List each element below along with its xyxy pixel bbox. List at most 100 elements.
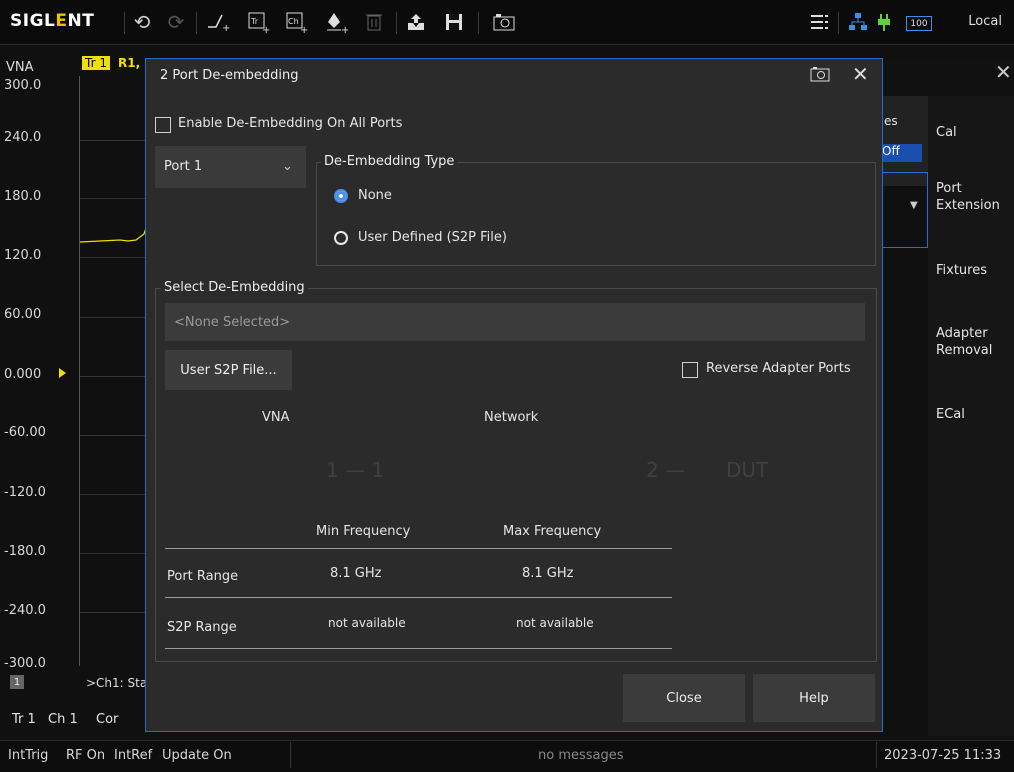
s2p-file-placeholder: <None Selected> [174, 315, 291, 330]
status-reference[interactable]: IntRef [114, 748, 152, 763]
toolbar-divider [478, 12, 479, 34]
status-divider [290, 742, 291, 768]
radio-user-defined-label: User Defined (S2P File) [358, 230, 507, 245]
table-divider [165, 548, 672, 549]
table-row-label: Port Range [167, 569, 239, 584]
status-datetime: 2023-07-25 11:33 [884, 748, 1002, 763]
add-trace-icon[interactable]: Tr + [244, 8, 272, 36]
softkey-port-extension[interactable]: Port Extension [936, 180, 1000, 214]
radio-none-label: None [358, 188, 392, 203]
softkey-ecal[interactable]: ECal [936, 406, 965, 423]
radio-user-defined[interactable] [334, 231, 348, 245]
close-panel-icon[interactable]: ✕ [995, 60, 1012, 84]
diagram-vna-label: VNA [262, 410, 290, 425]
user-s2p-file-button[interactable]: User S2P File... [165, 350, 292, 390]
softkey-header [880, 58, 1014, 96]
y-tick: 180.0 [4, 189, 42, 204]
y-tick: -300.0 [4, 656, 46, 671]
delete-icon[interactable] [360, 8, 388, 36]
status-messages: no messages [538, 748, 624, 763]
y-tick: -240.0 [4, 603, 46, 618]
trace-line [80, 221, 149, 243]
chevron-down-icon: ▼ [910, 200, 918, 211]
toolbar-divider [196, 12, 197, 34]
y-tick: 300.0 [4, 78, 42, 93]
footer-channel: Ch 1 [48, 712, 78, 727]
status-trigger[interactable]: IntTrig [8, 748, 48, 763]
network-icon [844, 8, 872, 36]
partial-softkey-dropdown[interactable] [880, 172, 928, 248]
table-cell-min: not available [328, 616, 406, 630]
table-cell-max: 8.1 GHz [522, 566, 574, 581]
toolbar-divider [124, 12, 125, 34]
reference-marker-icon [59, 368, 66, 378]
svg-text:+: + [341, 25, 348, 34]
toolbar-divider [396, 12, 397, 34]
add-marker-icon[interactable]: + [204, 8, 232, 36]
enable-all-ports-checkbox[interactable] [155, 117, 171, 133]
select-de-embedding-group [155, 288, 877, 662]
softkey-adapter-removal[interactable]: Adapter Removal [936, 325, 992, 359]
y-tick: 60.00 [4, 307, 42, 322]
partial-softkey-label: es [884, 114, 898, 128]
status-update[interactable]: Update On [162, 748, 232, 763]
channel-status: >Ch1: Sta [86, 676, 148, 690]
svg-text:Ch: Ch [288, 17, 299, 26]
table-header-min: Min Frequency [316, 524, 411, 539]
table-cell-min: 8.1 GHz [330, 566, 382, 581]
svg-text:+: + [222, 23, 230, 33]
footer-correction: Cor [96, 712, 119, 727]
de-embedding-type-group [316, 162, 876, 266]
footer-trace: Tr 1 [12, 712, 36, 727]
y-tick: -60.00 [4, 425, 46, 440]
screenshot-icon[interactable] [490, 8, 518, 36]
redo-icon[interactable]: ⟳ [162, 8, 190, 36]
power-icon [870, 8, 898, 36]
recall-icon[interactable] [402, 8, 430, 36]
radio-none[interactable] [334, 189, 348, 203]
select-de-embedding-title: Select De-Embedding [161, 280, 308, 295]
reverse-adapter-ports-checkbox[interactable] [682, 362, 698, 378]
softkey-fixtures[interactable]: Fixtures [936, 262, 987, 279]
table-header-max: Max Frequency [503, 524, 602, 539]
y-tick: -120.0 [4, 485, 46, 500]
status-divider [876, 742, 877, 768]
enable-all-ports-label: Enable De-Embedding On All Ports [178, 116, 403, 131]
diagram-port-b: 2 — [646, 458, 686, 482]
partial-softkey-state[interactable]: Off [880, 144, 922, 162]
svg-text:+: + [300, 25, 308, 34]
softkey-cal[interactable]: Cal [936, 124, 957, 141]
y-tick: -180.0 [4, 544, 46, 559]
dialog-close-icon[interactable]: ✕ [852, 62, 869, 86]
save-icon[interactable] [440, 8, 468, 36]
add-channel-icon[interactable]: Ch + [282, 8, 310, 36]
toolbar-divider [838, 12, 839, 34]
status-rf[interactable]: RF On [66, 748, 105, 763]
dialog-screenshot-icon[interactable] [810, 66, 830, 86]
table-divider [165, 648, 672, 649]
chevron-down-icon: ⌄ [282, 159, 293, 174]
diagram-port-a: 1 — 1 [326, 458, 385, 482]
de-embedding-type-title: De-Embedding Type [321, 154, 458, 169]
y-tick: 240.0 [4, 130, 42, 145]
trace-measurement: R1, [118, 56, 141, 70]
trace-tab[interactable]: Tr 1 [82, 56, 110, 70]
undo-icon[interactable]: ⟲ [128, 8, 156, 36]
svg-text:+: + [262, 25, 270, 34]
diagram-network-label: Network [484, 410, 539, 425]
close-button[interactable]: Close [623, 674, 745, 722]
svg-text:Tr: Tr [250, 17, 259, 26]
reverse-adapter-ports-label: Reverse Adapter Ports [706, 361, 851, 376]
help-button[interactable]: Help [753, 674, 875, 722]
menu-icon[interactable] [806, 8, 834, 36]
dialog-title: 2 Port De-embedding [160, 68, 299, 83]
diagram-dut-label: DUT [726, 458, 769, 482]
table-row-label: S2P Range [167, 620, 237, 635]
table-cell-max: not available [516, 616, 594, 630]
channel-label: VNA [6, 60, 34, 75]
table-divider [165, 597, 672, 598]
channel-number: 1 [10, 675, 24, 689]
marker-icon[interactable]: + [322, 8, 350, 36]
remote-status: Local [968, 14, 1002, 29]
battery-icon: 100 [906, 16, 932, 31]
